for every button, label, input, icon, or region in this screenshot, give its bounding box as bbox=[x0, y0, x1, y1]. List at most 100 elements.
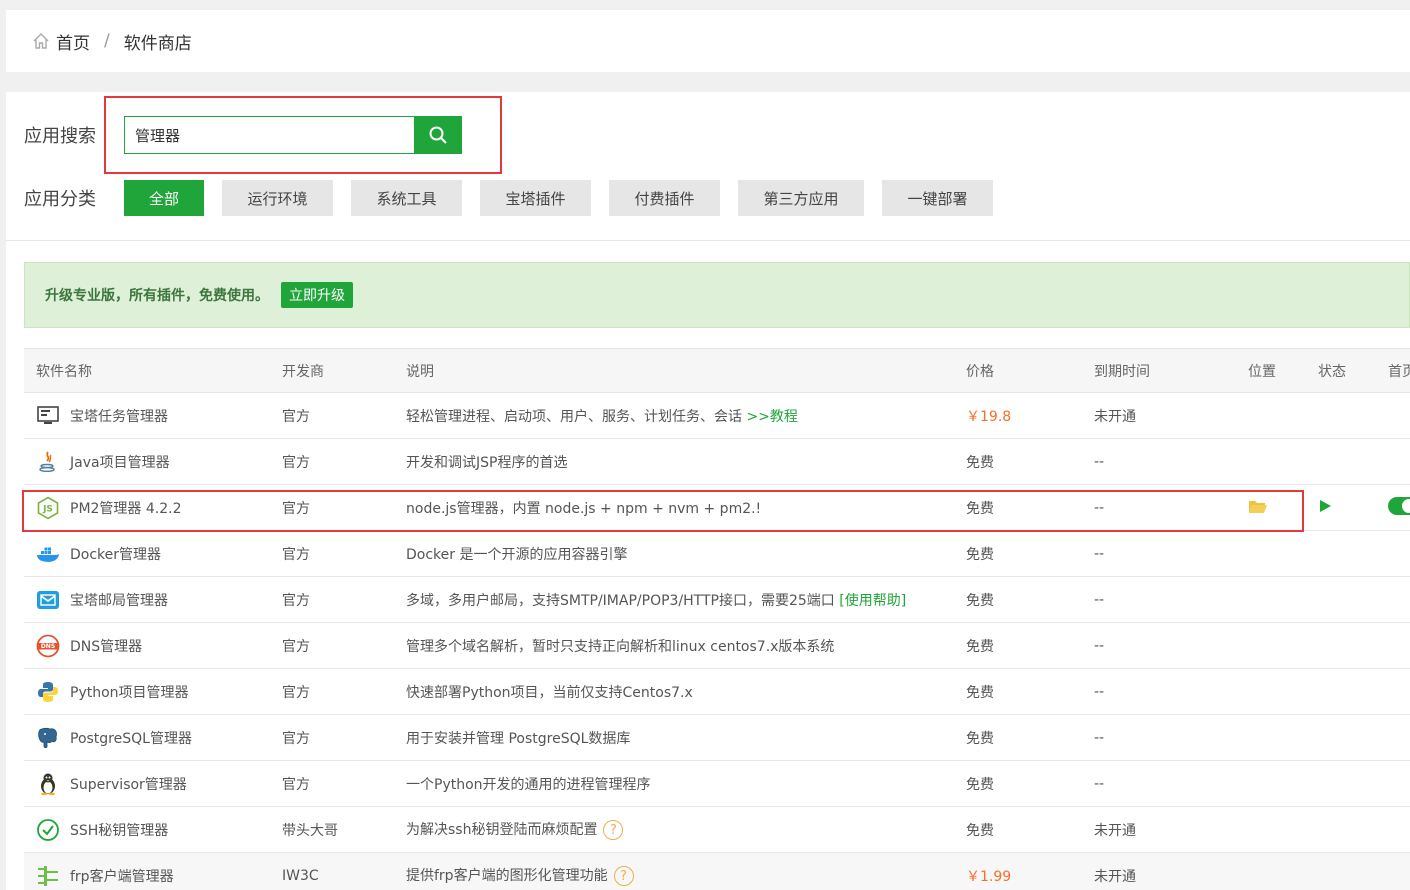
help-link[interactable]: [使用帮助] bbox=[839, 593, 906, 609]
app-price: 免费 bbox=[966, 776, 994, 793]
home-icon[interactable] bbox=[32, 32, 50, 50]
app-name[interactable]: PM2管理器 4.2.2 bbox=[70, 498, 182, 518]
app-name-cell: JS PM2管理器 4.2.2 bbox=[24, 496, 270, 520]
upgrade-banner: 升级专业版，所有插件，免费使用。 立即升级 bbox=[24, 262, 1410, 328]
app-homepage bbox=[1376, 496, 1410, 519]
app-name-cell: frp客户端管理器 bbox=[24, 864, 270, 888]
app-description: 为解决ssh秘钥登陆而麻烦配置? bbox=[394, 819, 954, 840]
app-expire: -- bbox=[1094, 499, 1105, 516]
svg-text:JS: JS bbox=[42, 504, 53, 514]
table-row[interactable]: frp客户端管理器 IW3C 提供frp客户端的图形化管理功能? ￥1.99 未… bbox=[24, 853, 1410, 890]
header-name: 软件名称 bbox=[36, 363, 92, 380]
app-name[interactable]: Java项目管理器 bbox=[70, 452, 170, 472]
app-expire: -- bbox=[1094, 637, 1105, 654]
app-expire: -- bbox=[1094, 545, 1105, 562]
search-box bbox=[124, 116, 462, 154]
upgrade-text: 升级专业版，所有插件，免费使用。 bbox=[45, 288, 269, 304]
app-expire: -- bbox=[1094, 775, 1105, 792]
app-developer: 官方 bbox=[282, 638, 310, 655]
play-icon[interactable] bbox=[1318, 499, 1332, 513]
search-label: 应用搜索 bbox=[24, 126, 96, 147]
app-price: 免费 bbox=[966, 730, 994, 747]
search-input[interactable] bbox=[124, 116, 414, 154]
table-row[interactable]: DNS DNS管理器 官方 管理多个域名解析，暂时只支持正向解析和linux c… bbox=[24, 623, 1410, 669]
app-name-cell: 宝塔任务管理器 bbox=[24, 404, 270, 428]
app-name[interactable]: SSH秘钥管理器 bbox=[70, 820, 168, 840]
table-row[interactable]: Supervisor管理器 官方 一个Python开发的通用的进程管理程序 免费… bbox=[24, 761, 1410, 807]
table-row[interactable]: SSH秘钥管理器 带头大哥 为解决ssh秘钥登陆而麻烦配置? 免费 未开通 bbox=[24, 807, 1410, 853]
table-row[interactable]: 宝塔任务管理器 官方 轻松管理进程、启动项、用户、服务、计划任务、会话 >>教程… bbox=[24, 393, 1410, 439]
nodejs-icon: JS bbox=[37, 496, 59, 519]
java-icon bbox=[39, 450, 55, 472]
search-row: 应用搜索 bbox=[24, 116, 462, 154]
category-label: 应用分类 bbox=[24, 189, 96, 210]
description-text: 提供frp客户端的图形化管理功能 bbox=[406, 868, 608, 884]
description-text: 轻松管理进程、启动项、用户、服务、计划任务、会话 bbox=[406, 408, 742, 425]
help-icon[interactable]: ? bbox=[603, 820, 624, 840]
postgresql-icon bbox=[38, 727, 57, 748]
help-icon[interactable]: ? bbox=[613, 866, 634, 886]
upgrade-button[interactable]: 立即升级 bbox=[281, 282, 353, 308]
app-description: 多域，多用户邮局，支持SMTP/IMAP/POP3/HTTP接口，需要25端口 … bbox=[394, 590, 954, 610]
table-row[interactable]: PostgreSQL管理器 官方 用于安装并管理 PostgreSQL数据库 免… bbox=[24, 715, 1410, 761]
app-description: 一个Python开发的通用的进程管理程序 bbox=[406, 776, 651, 793]
search-button[interactable] bbox=[414, 116, 462, 154]
app-name-cell: 宝塔邮局管理器 bbox=[24, 588, 270, 612]
app-developer: 官方 bbox=[282, 592, 310, 609]
app-name[interactable]: Supervisor管理器 bbox=[70, 774, 187, 794]
category-bt-plugins[interactable]: 宝塔插件 bbox=[480, 180, 591, 216]
python-icon bbox=[38, 681, 58, 702]
frp-icon bbox=[38, 865, 58, 886]
breadcrumb: 首页 / 软件商店 bbox=[6, 10, 1410, 72]
table-row[interactable]: Python项目管理器 官方 快速部署Python项目，当前仅支持Centos7… bbox=[24, 669, 1410, 715]
breadcrumb-separator: / bbox=[104, 31, 110, 51]
homepage-toggle[interactable] bbox=[1388, 496, 1410, 515]
description-text: 为解决ssh秘钥登陆而麻烦配置 bbox=[406, 822, 598, 838]
category-system-tools[interactable]: 系统工具 bbox=[351, 180, 462, 216]
category-runtime[interactable]: 运行环境 bbox=[222, 180, 333, 216]
tutorial-link[interactable]: >>教程 bbox=[746, 409, 797, 425]
app-name[interactable]: 宝塔邮局管理器 bbox=[70, 590, 168, 610]
app-description: Docker 是一个开源的应用容器引擎 bbox=[406, 546, 628, 563]
app-description: 轻松管理进程、启动项、用户、服务、计划任务、会话 >>教程 bbox=[394, 406, 954, 426]
header-homepage: 首页 bbox=[1388, 363, 1410, 380]
app-name-cell: PostgreSQL管理器 bbox=[24, 726, 270, 750]
folder-open-icon[interactable] bbox=[1248, 498, 1268, 514]
ssh-key-icon bbox=[37, 818, 59, 841]
app-name-cell: DNS DNS管理器 bbox=[24, 634, 270, 658]
app-description: node.js管理器，内置 node.js + npm + nvm + pm2.… bbox=[406, 500, 762, 517]
table-row[interactable]: Java项目管理器 官方 开发和调试JSP程序的首选 免费 -- bbox=[24, 439, 1410, 485]
category-paid-plugins[interactable]: 付费插件 bbox=[609, 180, 720, 216]
table-row[interactable]: JS PM2管理器 4.2.2 官方 node.js管理器，内置 node.js… bbox=[24, 485, 1410, 531]
category-row: 应用分类 全部 运行环境 系统工具 宝塔插件 付费插件 第三方应用 一键部署 bbox=[24, 180, 1011, 216]
category-one-click-deploy[interactable]: 一键部署 bbox=[882, 180, 993, 216]
app-expire: -- bbox=[1094, 729, 1105, 746]
app-name[interactable]: Docker管理器 bbox=[70, 544, 161, 564]
app-expire: -- bbox=[1094, 591, 1105, 608]
table-row[interactable]: 宝塔邮局管理器 官方 多域，多用户邮局，支持SMTP/IMAP/POP3/HTT… bbox=[24, 577, 1410, 623]
breadcrumb-home[interactable]: 首页 bbox=[56, 29, 90, 54]
app-developer: IW3C bbox=[282, 867, 319, 884]
header-location: 位置 bbox=[1248, 363, 1276, 380]
header-status: 状态 bbox=[1318, 363, 1346, 380]
monitor-icon bbox=[37, 405, 59, 424]
app-price: 免费 bbox=[966, 638, 994, 655]
app-expire: 未开通 bbox=[1094, 822, 1136, 839]
divider bbox=[6, 240, 1410, 241]
app-developer: 官方 bbox=[282, 684, 310, 701]
app-description: 快速部署Python项目，当前仅支持Centos7.x bbox=[406, 684, 693, 701]
app-name[interactable]: DNS管理器 bbox=[70, 636, 142, 656]
app-description: 管理多个域名解析，暂时只支持正向解析和linux centos7.x版本系统 bbox=[406, 638, 835, 655]
app-developer: 官方 bbox=[282, 776, 310, 793]
app-name[interactable]: frp客户端管理器 bbox=[70, 866, 174, 886]
category-third-party[interactable]: 第三方应用 bbox=[738, 180, 864, 216]
category-all[interactable]: 全部 bbox=[124, 180, 204, 216]
app-price: 免费 bbox=[966, 684, 994, 701]
header-developer: 开发商 bbox=[282, 363, 324, 380]
table-row[interactable]: Docker管理器 官方 Docker 是一个开源的应用容器引擎 免费 -- bbox=[24, 531, 1410, 577]
app-name[interactable]: PostgreSQL管理器 bbox=[70, 728, 192, 748]
app-expire: 未开通 bbox=[1094, 868, 1136, 885]
app-name[interactable]: 宝塔任务管理器 bbox=[70, 406, 168, 426]
header-description: 说明 bbox=[406, 363, 434, 380]
app-name[interactable]: Python项目管理器 bbox=[70, 682, 189, 702]
